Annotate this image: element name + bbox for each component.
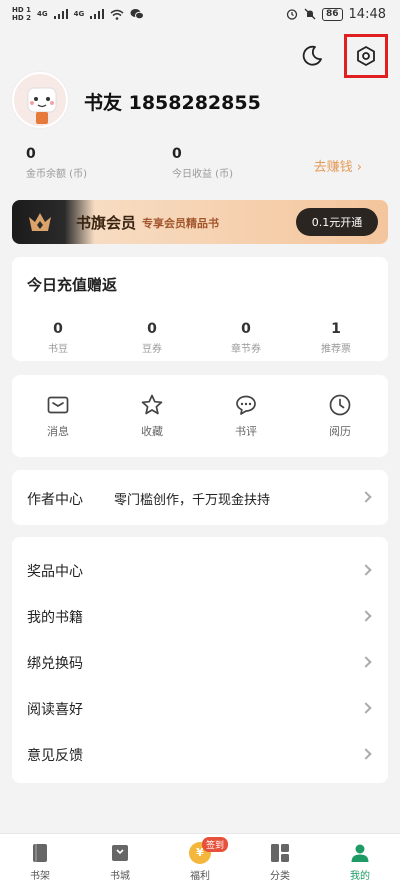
comment-icon (236, 395, 256, 415)
menu-item-feedback[interactable]: 意见反馈 (12, 731, 388, 777)
menu-item-label: 奖品中心 (27, 564, 83, 580)
tab-label: 书城 (110, 871, 130, 882)
mute-icon (304, 8, 316, 20)
tab-label: 分类 (270, 871, 290, 882)
clock-time: 14:48 (348, 6, 386, 22)
recharge-item-recommend-tickets[interactable]: 1 推荐票 (296, 321, 376, 355)
bookshelf-icon (33, 844, 47, 862)
menu-item-label: 意见反馈 (27, 748, 83, 764)
tab-category[interactable]: 分类 (250, 842, 310, 882)
tool-label: 收藏 (141, 425, 163, 438)
tools-card: 消息 收藏 书评 阅历 (12, 375, 388, 457)
recharge-card: 今日充值赠返 0 书豆 0 豆券 0 章节券 1 推荐票 (12, 257, 388, 361)
menu-item-my-books[interactable]: 我的书籍 (12, 593, 388, 639)
username: 书友 1858282855 (84, 92, 261, 114)
tab-label: 福利 (190, 871, 210, 882)
today-income-value: 0 (172, 146, 182, 162)
settings-icon (357, 46, 375, 66)
menu-item-label: 绑兑换码 (27, 656, 83, 672)
battery-level: 86 (322, 7, 343, 21)
sim-1-label: HD 1 (12, 6, 31, 14)
crown-icon (29, 213, 51, 231)
chevron-right-icon (360, 656, 372, 668)
tool-label: 阅历 (329, 425, 351, 438)
bookstore-icon (112, 845, 128, 861)
network-2-label: 4G (73, 10, 85, 18)
menu-item-label: 我的书籍 (27, 610, 83, 626)
avatar-illustration (27, 87, 57, 124)
tool-favorites[interactable]: 收藏 (122, 393, 182, 439)
author-center-row[interactable]: 作者中心 零门槛创作，千万现金扶持 (12, 470, 388, 525)
recharge-value: 0 (53, 321, 63, 337)
vip-banner[interactable]: 书旗会员 专享会员精品书 0.1元开通 (12, 200, 388, 244)
signal-icon (53, 9, 68, 19)
recharge-value: 0 (147, 321, 157, 337)
menu-item-redeem-code[interactable]: 绑兑换码 (12, 639, 388, 685)
author-center-desc: 零门槛创作，千万现金扶持 (114, 493, 271, 508)
network-1-label: 4G (36, 10, 48, 18)
recharge-label: 推荐票 (321, 344, 351, 355)
recharge-value: 1 (331, 321, 341, 337)
vip-subtitle: 专享会员精品书 (142, 217, 219, 230)
recharge-value: 0 (241, 321, 251, 337)
today-income[interactable]: 0 今日收益 (币) (172, 146, 233, 180)
author-center-title: 作者中心 (27, 492, 83, 508)
user-icon (351, 844, 369, 862)
menu-list: 奖品中心 我的书籍 绑兑换码 阅读喜好 意见反馈 (12, 537, 388, 783)
tab-mine[interactable]: 我的 (330, 842, 390, 882)
tool-messages[interactable]: 消息 (28, 393, 88, 439)
recharge-item-book-beans[interactable]: 0 书豆 (18, 321, 98, 355)
clock-icon (329, 394, 351, 416)
tool-history[interactable]: 阅历 (310, 393, 370, 439)
menu-item-label: 阅读喜好 (27, 702, 83, 718)
coin-balance-value: 0 (26, 146, 36, 162)
tab-label: 我的 (350, 871, 370, 882)
sign-in-badge[interactable]: 签到 (202, 837, 229, 852)
vip-title: 书旗会员 (76, 214, 137, 232)
sim-indicators: HD 1 HD 2 (12, 6, 31, 22)
status-bar: HD 1 HD 2 4G 4G 86 14:48 (0, 0, 400, 28)
recharge-item-bean-coupons[interactable]: 0 豆券 (112, 321, 192, 355)
wallet-stats: 0 金币余额 (币) 0 今日收益 (币) 去赚钱 › (26, 146, 376, 186)
night-mode-icon[interactable] (300, 44, 324, 68)
bottom-tab-bar: 书架 书城 ¥ 签到 福利 分类 我的 (0, 833, 400, 888)
chevron-right-icon (360, 702, 372, 714)
wechat-icon (130, 9, 145, 20)
sim-2-label: HD 2 (12, 14, 31, 22)
signal-icon (90, 9, 105, 19)
tab-label: 书架 (30, 871, 50, 882)
menu-item-prize-center[interactable]: 奖品中心 (12, 547, 388, 593)
chevron-right-icon (360, 564, 372, 576)
alarm-icon (286, 9, 298, 20)
recharge-label: 豆券 (142, 344, 162, 355)
coin-balance[interactable]: 0 金币余额 (币) (26, 146, 87, 180)
tool-reviews[interactable]: 书评 (216, 393, 276, 439)
wifi-icon (110, 9, 124, 20)
tab-bookstore[interactable]: 书城 (90, 842, 150, 882)
recharge-item-chapter-coupons[interactable]: 0 章节券 (206, 321, 286, 355)
chevron-right-icon (360, 491, 372, 503)
settings-button[interactable] (344, 34, 388, 78)
tab-bookshelf[interactable]: 书架 (10, 842, 70, 882)
category-icon (271, 844, 289, 862)
coin-balance-label: 金币余额 (币) (26, 169, 87, 180)
status-left: HD 1 HD 2 4G 4G (12, 6, 145, 22)
tool-label: 书评 (235, 425, 257, 438)
avatar[interactable] (12, 72, 68, 128)
top-actions (300, 34, 388, 78)
menu-item-reading-preferences[interactable]: 阅读喜好 (12, 685, 388, 731)
earn-money-link[interactable]: 去赚钱 › (314, 156, 362, 175)
vip-open-button[interactable]: 0.1元开通 (296, 208, 378, 236)
recharge-title: 今日充值赠返 (27, 276, 118, 294)
recharge-label: 书豆 (48, 344, 68, 355)
message-icon (47, 396, 69, 414)
status-right: 86 14:48 (286, 7, 386, 22)
today-income-label: 今日收益 (币) (172, 169, 233, 180)
tab-welfare[interactable]: ¥ 签到 福利 (170, 837, 230, 882)
chevron-right-icon (360, 610, 372, 622)
star-icon (141, 394, 163, 415)
tool-label: 消息 (47, 425, 69, 438)
recharge-label: 章节券 (231, 344, 261, 355)
chevron-right-icon (360, 748, 372, 760)
